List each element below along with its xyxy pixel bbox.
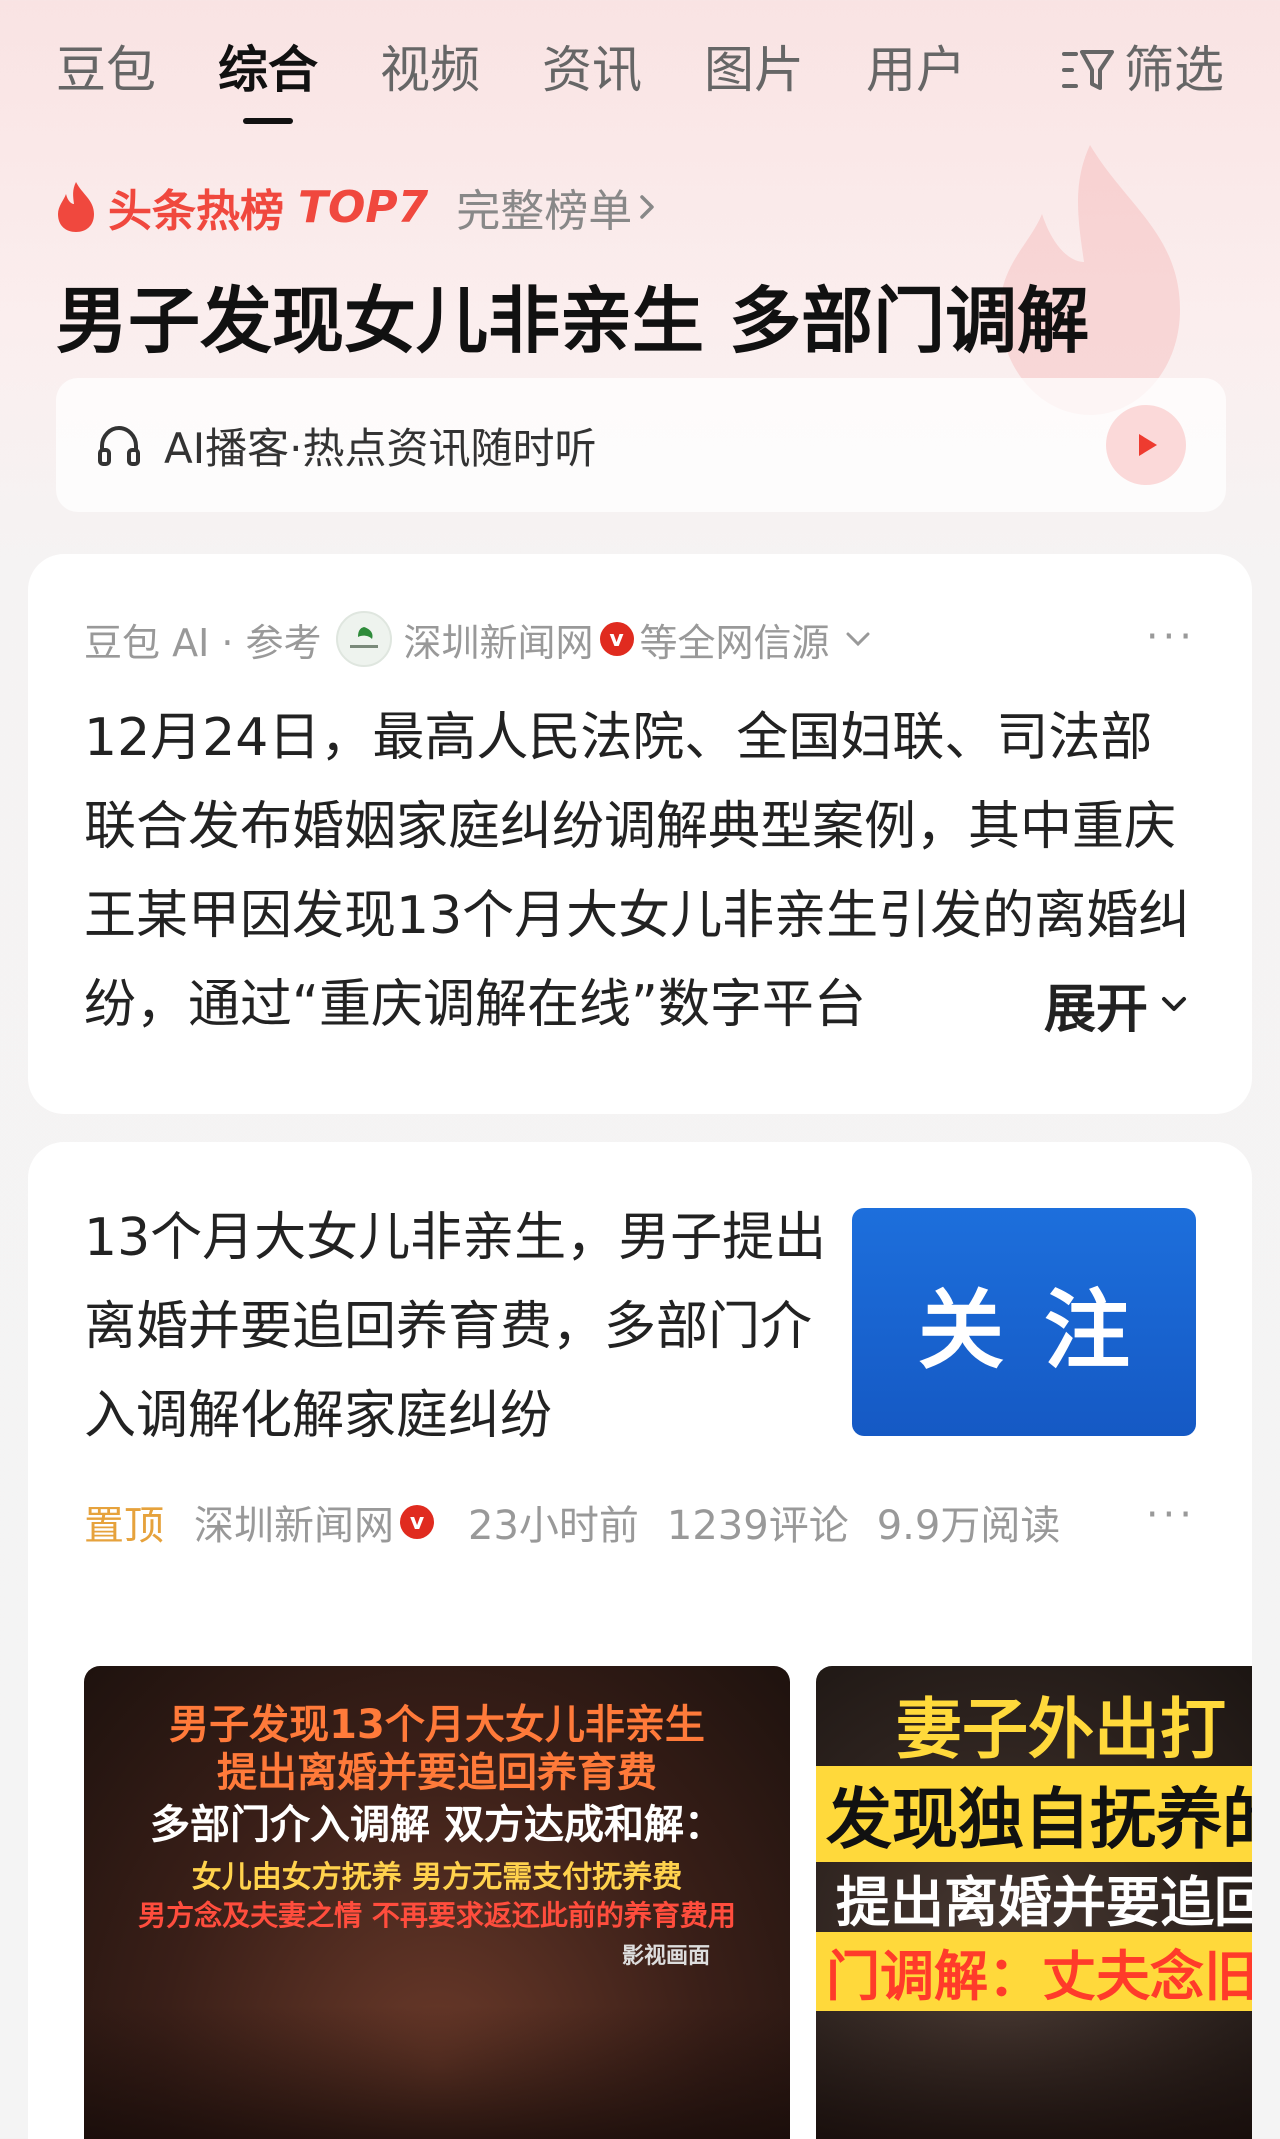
filter-label: 筛选 <box>1124 41 1224 99</box>
image-caption-line: 提出离婚并要追回 <box>836 1871 1252 1934</box>
hot-list-header[interactable]: 头条热榜 TOP7 完整榜单 <box>54 172 662 242</box>
chevron-down-icon <box>846 632 870 647</box>
play-button[interactable] <box>1106 405 1186 485</box>
tab-video[interactable]: 视频 <box>380 30 480 110</box>
filter-button[interactable]: 筛选 <box>1060 30 1224 110</box>
image-caption-line: 发现独自抚养的 <box>816 1766 1252 1862</box>
news-meta: 置顶 深圳新闻网 v 23小时前 1239评论 9.9万阅读 ··· <box>84 1492 1196 1552</box>
image-caption-line: 女儿由女方抚养 男方无需支付抚养费 <box>191 1860 683 1895</box>
tab-doubao[interactable]: 豆包 <box>56 30 156 110</box>
pinned-badge: 置顶 <box>84 1503 164 1549</box>
image-caption-line: 多部门介入调解 双方达成和解： <box>150 1802 724 1848</box>
tab-general[interactable]: 综合 <box>218 30 318 110</box>
image-caption-line: 门调解：丈夫念旧情 <box>816 1932 1252 2011</box>
news-time: 23小时前 <box>468 1503 639 1549</box>
news-image-1[interactable]: 男子发现13个月大女儿非亲生 提出离婚并要追回养育费 多部门介入调解 双方达成和… <box>84 1666 790 2139</box>
chevron-right-icon <box>640 195 655 219</box>
image-caption-line: 男方念及夫妻之情 不再要求返还此前的养育费用 <box>138 1899 736 1932</box>
play-icon <box>1139 434 1157 456</box>
news-source[interactable]: 深圳新闻网 <box>194 1493 394 1551</box>
tab-users[interactable]: 用户 <box>866 30 966 110</box>
search-tabs: 豆包 综合 视频 资讯 图片 用户 筛选 <box>56 20 1224 120</box>
ai-source-prefix: 豆包 AI · 参考 <box>84 620 322 665</box>
news-result-card[interactable]: 13个月大女儿非亲生，男子提出离婚并要追回养育费，多部门介入调解化解家庭纠纷 关… <box>28 1142 1252 2139</box>
tab-news[interactable]: 资讯 <box>542 30 642 110</box>
filter-icon <box>1062 50 1114 90</box>
sznews-logo <box>335 611 392 667</box>
full-list-label: 完整榜单 <box>456 186 633 237</box>
news-reads: 9.9万阅读 <box>876 1503 1061 1549</box>
ai-source-suffix: 等全网信源 <box>639 620 830 665</box>
expand-label: 展开 <box>1043 979 1148 1040</box>
expand-button[interactable]: 展开 <box>943 964 1192 1044</box>
more-options-button[interactable]: ··· <box>1146 1492 1196 1538</box>
podcast-label: AI播客·热点资讯随时听 <box>164 423 597 473</box>
tab-images[interactable]: 图片 <box>704 30 804 110</box>
headphones-icon <box>98 425 140 466</box>
news-image-2[interactable]: 妻子外出打 发现独自抚养的 提出离婚并要追回 门调解：丈夫念旧情 <box>816 1666 1252 2139</box>
sznews-logo-icon <box>349 627 378 648</box>
image-caption-line: 妻子外出打 <box>896 1691 1226 1768</box>
image-caption-line: 影视画面 <box>621 1944 710 1969</box>
hot-headline[interactable]: 男子发现女儿非亲生 多部门调解 <box>56 262 1089 367</box>
news-comments: 1239评论 <box>666 1503 849 1549</box>
image-shade <box>816 2006 1252 2139</box>
ai-summary-card: 豆包 AI · 参考 深圳新闻网 v 等全网信源 ··· 12月24日，最高人民… <box>28 554 1252 1114</box>
flame-icon <box>58 182 94 232</box>
news-title[interactable]: 13个月大女儿非亲生，男子提出离婚并要追回养育费，多部门介入调解化解家庭纠纷 <box>84 1194 834 1461</box>
hot-list-title: 头条热榜 <box>108 186 284 237</box>
verified-icon: v <box>400 1505 434 1539</box>
ai-source-name: 深圳新闻网 <box>403 620 594 665</box>
image-caption-line: 提出离婚并要追回养育费 <box>217 1750 657 1796</box>
chevron-down-icon <box>1162 997 1186 1011</box>
verified-icon: v <box>599 622 634 656</box>
image-shade <box>84 2006 790 2139</box>
hot-list-rank: TOP7 <box>298 181 429 233</box>
ai-podcast-bar[interactable]: AI播客·热点资讯随时听 <box>56 378 1226 512</box>
more-options-button[interactable]: ··· <box>1146 614 1196 660</box>
news-thumbnail[interactable]: 关注 <box>852 1208 1196 1436</box>
full-list-link[interactable]: 完整榜单 <box>456 175 662 239</box>
ai-source-row[interactable]: 豆包 AI · 参考 深圳新闻网 v 等全网信源 ··· <box>84 604 1196 674</box>
